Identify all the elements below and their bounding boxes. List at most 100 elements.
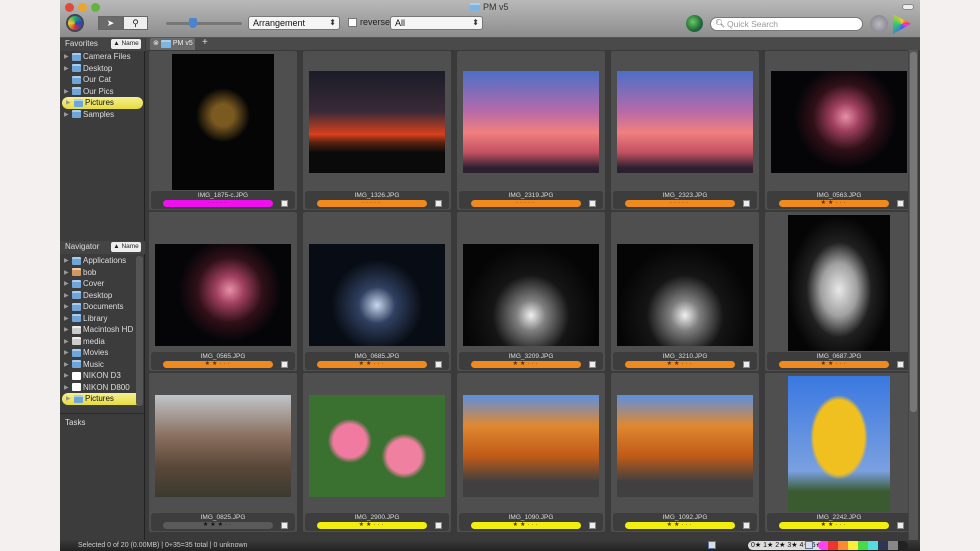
photo-thumbnail-cell[interactable]: IMG_1326.JPG ····· bbox=[302, 50, 452, 211]
disclosure-triangle-icon[interactable]: ▶ bbox=[64, 384, 70, 391]
select-checkbox[interactable] bbox=[589, 522, 596, 529]
photo-thumbnail-cell[interactable]: IMG_2242.JPG ★★··· bbox=[764, 372, 914, 533]
select-checkbox[interactable] bbox=[743, 200, 750, 207]
photo-filename[interactable]: IMG_2900.JPG bbox=[305, 514, 449, 521]
photo-image[interactable] bbox=[771, 71, 907, 173]
photo-filename[interactable]: IMG_1875-c.JPG bbox=[151, 192, 295, 199]
disclosure-triangle-icon[interactable]: ▶ bbox=[64, 111, 70, 118]
photo-thumbnail-cell[interactable]: IMG_0687.JPG ★★··· bbox=[764, 211, 914, 372]
favorites-item[interactable]: ▶ Desktop bbox=[60, 63, 145, 75]
thumbnail-size-slider[interactable] bbox=[166, 18, 242, 28]
navigator-item[interactable]: ▶ Library bbox=[60, 313, 145, 325]
photo-thumbnail-cell[interactable]: IMG_2319.JPG ····· bbox=[456, 50, 606, 211]
photo-filename[interactable]: IMG_1092.JPG bbox=[613, 514, 757, 521]
app-logo-icon[interactable] bbox=[66, 14, 84, 32]
magnify-tool-button[interactable]: ⚲ bbox=[123, 16, 148, 30]
photo-filename[interactable]: IMG_3209.JPG bbox=[459, 353, 603, 360]
photo-image[interactable] bbox=[463, 395, 599, 497]
rating-label-bar[interactable]: ★★··· bbox=[779, 361, 889, 368]
photo-thumbnail-cell[interactable]: IMG_1090.JPG ★★··· bbox=[456, 372, 606, 533]
disclosure-triangle-icon[interactable]: ▶ bbox=[64, 315, 70, 322]
rating-label-bar[interactable]: ★★··· bbox=[625, 361, 735, 368]
favorites-item[interactable]: ▶ Our Pics bbox=[60, 86, 145, 98]
navigator-sort-button[interactable]: ▲ Name bbox=[111, 242, 141, 252]
photo-thumbnail-cell[interactable]: IMG_1875-c.JPG ····· bbox=[148, 50, 298, 211]
arrow-tool-button[interactable]: ➤ bbox=[98, 16, 123, 30]
rating-label-bar[interactable]: ····· bbox=[317, 200, 427, 207]
disclosure-triangle-icon[interactable]: ▶ bbox=[66, 99, 72, 106]
photo-image[interactable] bbox=[617, 244, 753, 346]
photo-image[interactable] bbox=[788, 376, 890, 512]
select-checkbox[interactable] bbox=[589, 200, 596, 207]
photo-filename[interactable]: IMG_0825.JPG bbox=[151, 514, 295, 521]
disclosure-triangle-icon[interactable]: ▶ bbox=[64, 326, 70, 333]
navigator-item[interactable]: ▶ Pictures bbox=[62, 393, 143, 405]
select-checkbox[interactable] bbox=[435, 361, 442, 368]
photo-thumbnail-cell[interactable]: IMG_2900.JPG ★★··· bbox=[302, 372, 452, 533]
photo-image[interactable] bbox=[617, 395, 753, 497]
color-prism-icon[interactable] bbox=[893, 14, 911, 34]
color-filter-swatch[interactable] bbox=[848, 541, 858, 550]
select-checkbox[interactable] bbox=[897, 200, 904, 207]
rating-label-bar[interactable]: ★★★·· bbox=[163, 522, 273, 529]
add-tab-button[interactable]: + bbox=[202, 37, 208, 48]
disclosure-triangle-icon[interactable]: ▶ bbox=[64, 292, 70, 299]
navigator-item[interactable]: ▶ Macintosh HD bbox=[60, 324, 145, 336]
zoom-window-button[interactable] bbox=[91, 3, 100, 12]
photo-thumbnail-cell[interactable]: IMG_1092.JPG ★★··· bbox=[610, 372, 760, 533]
photo-filename[interactable]: IMG_2323.JPG bbox=[613, 192, 757, 199]
disclosure-triangle-icon[interactable]: ▶ bbox=[64, 65, 70, 72]
photo-filename[interactable]: IMG_3210.JPG bbox=[613, 353, 757, 360]
select-checkbox[interactable] bbox=[897, 361, 904, 368]
navigator-item[interactable]: ▶ Documents bbox=[60, 301, 145, 313]
photo-image[interactable] bbox=[463, 71, 599, 173]
disc-icon[interactable] bbox=[870, 15, 888, 33]
disclosure-triangle-icon[interactable]: ▶ bbox=[64, 349, 70, 356]
scrollbar-thumb[interactable] bbox=[910, 52, 917, 412]
tab-pm-v5[interactable]: ⊗ PM v5 bbox=[150, 38, 195, 50]
arrangement-select[interactable]: Arrangement bbox=[248, 16, 340, 30]
disclosure-triangle-icon[interactable]: ▶ bbox=[66, 395, 72, 402]
photo-filename[interactable]: IMG_2319.JPG bbox=[459, 192, 603, 199]
disclosure-triangle-icon[interactable]: ▶ bbox=[64, 372, 70, 379]
navigator-item[interactable]: ▶ Music bbox=[60, 359, 145, 371]
select-checkbox[interactable] bbox=[281, 200, 288, 207]
photo-image[interactable] bbox=[155, 395, 291, 497]
navigator-item[interactable]: ▶ Movies bbox=[60, 347, 145, 359]
favorites-item[interactable]: ▶ Camera Files bbox=[60, 51, 145, 63]
select-checkbox[interactable] bbox=[435, 522, 442, 529]
photo-thumbnail-cell[interactable]: IMG_0565.JPG ★★··· bbox=[148, 211, 298, 372]
color-filter-strip[interactable] bbox=[818, 541, 908, 550]
color-filter-swatch[interactable] bbox=[838, 541, 848, 550]
grid-scrollbar[interactable] bbox=[908, 50, 918, 540]
photo-image[interactable] bbox=[309, 395, 445, 497]
rating-filter-checkbox[interactable] bbox=[708, 541, 716, 549]
disclosure-triangle-icon[interactable]: ▶ bbox=[64, 53, 70, 60]
close-tab-icon[interactable]: ⊗ bbox=[153, 38, 159, 50]
select-checkbox[interactable] bbox=[743, 522, 750, 529]
photo-thumbnail-cell[interactable]: IMG_3209.JPG ★★··· bbox=[456, 211, 606, 372]
select-checkbox[interactable] bbox=[743, 361, 750, 368]
quick-search-input[interactable]: 🔍︎ Quick Search bbox=[710, 17, 863, 31]
select-checkbox[interactable] bbox=[589, 361, 596, 368]
navigator-item[interactable]: ▶ media bbox=[60, 336, 145, 348]
photo-thumbnail-cell[interactable]: IMG_0825.JPG ★★★·· bbox=[148, 372, 298, 533]
photo-image[interactable] bbox=[155, 244, 291, 346]
rating-label-bar[interactable]: ★★··· bbox=[163, 361, 273, 368]
disclosure-triangle-icon[interactable]: ▶ bbox=[64, 303, 70, 310]
photo-thumbnail-cell[interactable]: IMG_2323.JPG ····· bbox=[610, 50, 760, 211]
photo-image[interactable] bbox=[172, 54, 274, 190]
photo-filename[interactable]: IMG_2242.JPG bbox=[767, 514, 911, 521]
favorites-item[interactable]: ▶ Pictures bbox=[62, 97, 143, 109]
photo-image[interactable] bbox=[463, 244, 599, 346]
color-filter-swatch[interactable] bbox=[878, 541, 888, 550]
disclosure-triangle-icon[interactable]: ▶ bbox=[64, 361, 70, 368]
photo-thumbnail-cell[interactable]: IMG_0685.JPG ★★··· bbox=[302, 211, 452, 372]
color-filter-swatch[interactable] bbox=[898, 541, 908, 550]
toolbar-toggle-button[interactable] bbox=[902, 4, 914, 10]
reverse-checkbox[interactable]: reverse bbox=[348, 17, 390, 27]
rating-label-bar[interactable]: ····· bbox=[471, 200, 581, 207]
photo-filename[interactable]: IMG_0565.JPG bbox=[151, 353, 295, 360]
rating-label-bar[interactable]: ····· bbox=[625, 200, 735, 207]
disclosure-triangle-icon[interactable]: ▶ bbox=[64, 88, 70, 95]
